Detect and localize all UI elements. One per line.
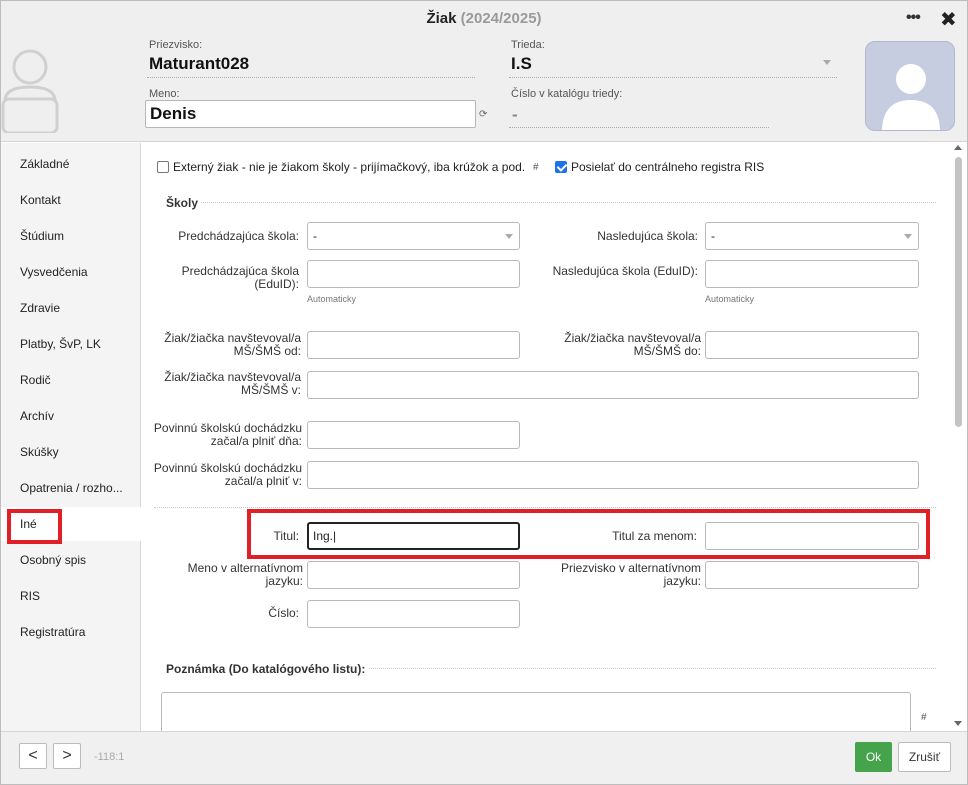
schools-section-title: Školy (166, 196, 199, 210)
surname-value[interactable]: Maturant028 (149, 54, 249, 74)
next-school-eduid-input[interactable] (705, 260, 919, 288)
duty-in-label: Povinnú školskú dochádzku začal/a plniť … (153, 461, 302, 488)
close-icon[interactable]: ✖ (940, 7, 957, 32)
next-record-button[interactable]: > (53, 743, 81, 769)
surname-label: Priezvisko: (149, 39, 203, 51)
title-label: Titul: (273, 529, 299, 543)
sidebar-item-zdravie[interactable]: Zdravie (1, 291, 140, 325)
person-silhouette-icon (882, 64, 940, 130)
prev-school-value: - (313, 229, 317, 243)
section-divider (201, 202, 936, 203)
title-bar: Žiak (2024/2025) ••• ✖ (1, 1, 967, 35)
duty-in-input[interactable] (307, 461, 919, 489)
class-underline (509, 77, 837, 78)
sidebar-item-vysvedcenia[interactable]: Vysvedčenia (1, 255, 140, 289)
alt-surname-input[interactable] (705, 561, 919, 589)
title-after-input[interactable] (705, 522, 919, 550)
class-label: Trieda: (511, 39, 545, 51)
ris-label: Posielať do centrálneho registra RIS (571, 160, 765, 174)
hash-icon[interactable]: # (533, 162, 539, 173)
student-dialog: Žiak (2024/2025) ••• ✖ Priezvisko: Matur… (0, 0, 968, 785)
class-dropdown-caret-icon[interactable] (823, 60, 831, 65)
prev-eduid-hint: Automaticky (307, 294, 357, 304)
sidebar-item-kontakt[interactable]: Kontakt (1, 183, 140, 217)
sidebar-highlight-box (7, 509, 62, 544)
cancel-button[interactable]: Zrušiť (898, 742, 951, 772)
ms-from-label: Žiak/žiačka navštevoval/a MŠ/ŠMŠ od: (164, 331, 301, 358)
sidebar-item-skusky[interactable]: Skúšky (1, 435, 140, 469)
external-student-checkbox[interactable] (157, 161, 169, 173)
note-section-title: Poznámka (Do katalógového listu): (166, 662, 366, 676)
ris-checkbox[interactable] (555, 161, 567, 173)
ms-in-input[interactable] (307, 371, 919, 399)
prev-school-label: Predchádzajúca škola: (178, 229, 299, 243)
record-counter: -118:1 (94, 751, 125, 763)
sidebar-nav: Základné Kontakt Štúdium Vysvedčenia Zdr… (1, 143, 142, 731)
number-label: Číslo: (268, 606, 299, 620)
chevron-down-icon (505, 234, 513, 239)
external-student-label: Externý žiak - nie je žiakom školy - pri… (173, 160, 526, 174)
sidebar-item-platby[interactable]: Platby, ŠvP, LK (1, 327, 140, 361)
sidebar-item-ris[interactable]: RIS (1, 579, 140, 613)
name-label: Meno: (149, 88, 180, 100)
next-school-select[interactable]: - (705, 222, 919, 250)
next-school-eduid-label: Nasledujúca škola (EduID): (552, 264, 698, 278)
title-year: (2024/2025) (460, 10, 542, 27)
title-input[interactable]: Ing.| (307, 522, 520, 550)
chevron-down-icon (904, 234, 912, 239)
duty-day-label: Povinnú školskú dochádzku začal/a plniť … (153, 421, 302, 448)
ms-to-input[interactable] (705, 331, 919, 359)
scroll-up-arrow-icon[interactable] (954, 145, 962, 150)
alt-name-label: Meno v alternatívnom jazyku: (187, 561, 303, 588)
student-avatar[interactable] (865, 41, 955, 131)
sidebar-item-zakladne[interactable]: Základné (1, 147, 140, 181)
ms-from-input[interactable] (307, 331, 520, 359)
duty-day-input[interactable] (307, 421, 520, 449)
prev-school-select[interactable]: - (307, 222, 520, 250)
section-divider (154, 507, 936, 508)
number-input[interactable] (307, 600, 520, 628)
ms-in-label: Žiak/žiačka navštevoval/a MŠ/ŠMŠ v: (164, 370, 301, 397)
sidebar-item-opatrenia[interactable]: Opatrenia / rozho... (1, 471, 140, 505)
sidebar-item-osobny-spis[interactable]: Osobný spis (1, 543, 140, 577)
class-value[interactable]: I.S (511, 54, 532, 74)
content-scrollbar[interactable] (950, 143, 967, 731)
sidebar-item-archiv[interactable]: Archív (1, 399, 140, 433)
refresh-icon[interactable]: ⟳ (479, 109, 487, 120)
title-text: Žiak (426, 10, 457, 27)
next-eduid-hint: Automaticky (705, 294, 755, 304)
title-after-label: Titul za menom: (612, 529, 697, 543)
ok-button[interactable]: Ok (855, 742, 892, 772)
alt-surname-label: Priezvisko v alternatívnom jazyku: (560, 561, 701, 588)
surname-underline (147, 77, 475, 78)
prev-school-eduid-label: Predchádzajúca škola (EduID): (181, 264, 299, 291)
scroll-down-arrow-icon[interactable] (954, 721, 962, 726)
dialog-title: Žiak (2024/2025) (1, 10, 967, 27)
sidebar-item-rodic[interactable]: Rodič (1, 363, 140, 397)
ellipsis-icon[interactable]: ••• (906, 9, 921, 27)
sidebar-item-studium[interactable]: Štúdium (1, 219, 140, 253)
sidebar-item-registratura[interactable]: Registratúra (1, 615, 140, 649)
catalog-number-label: Číslo v katalógu triedy: (511, 88, 623, 100)
prev-school-eduid-input[interactable] (307, 260, 520, 288)
alt-name-input[interactable] (307, 561, 520, 589)
dialog-footer: < > -118:1 Ok Zrušiť (1, 731, 967, 784)
prev-record-button[interactable]: < (19, 743, 47, 769)
user-laptop-icon (1, 49, 59, 133)
catalog-underline (509, 127, 769, 128)
scroll-thumb[interactable] (955, 157, 962, 427)
hash-icon[interactable]: # (921, 712, 927, 723)
next-school-value: - (711, 229, 715, 243)
catalog-number-value[interactable]: - (512, 105, 518, 125)
ms-to-label: Žiak/žiačka navštevoval/a MŠ/ŠMŠ do: (564, 331, 701, 358)
student-header: Priezvisko: Maturant028 Trieda: I.S Meno… (1, 35, 967, 142)
name-input[interactable]: Denis (145, 100, 476, 128)
section-divider (369, 668, 936, 669)
next-school-label: Nasledujúca škola: (597, 229, 698, 243)
